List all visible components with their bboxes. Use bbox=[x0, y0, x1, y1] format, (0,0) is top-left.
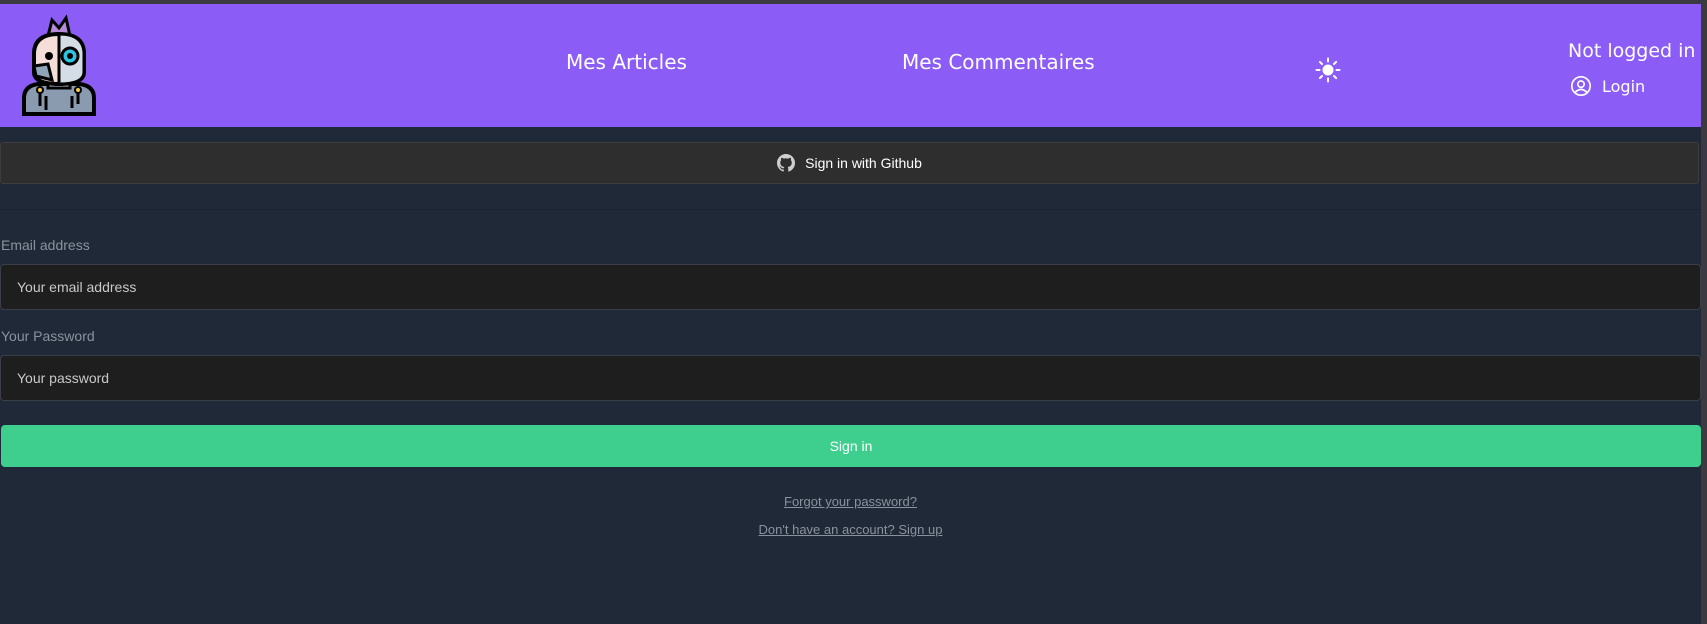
github-icon bbox=[777, 154, 796, 172]
nav-mes-articles[interactable]: Mes Articles bbox=[566, 50, 687, 74]
section-divider bbox=[0, 209, 1701, 210]
site-header: Mes Articles Mes Commentaires Not logged… bbox=[0, 4, 1701, 127]
login-status: Not logged in bbox=[1568, 40, 1696, 62]
nav-mes-commentaires[interactable]: Mes Commentaires bbox=[902, 50, 1095, 74]
sun-icon[interactable] bbox=[1315, 57, 1341, 83]
forgot-password-link[interactable]: Forgot your password? bbox=[0, 494, 1701, 509]
signin-button[interactable]: Sign in bbox=[1, 425, 1701, 467]
robot-avatar-icon[interactable] bbox=[18, 14, 100, 118]
signup-link[interactable]: Don't have an account? Sign up bbox=[0, 522, 1701, 537]
password-label: Your Password bbox=[1, 328, 95, 344]
github-signin-button[interactable]: Sign in with Github bbox=[0, 142, 1699, 184]
email-label: Email address bbox=[1, 237, 90, 253]
login-link[interactable]: Login bbox=[1570, 74, 1645, 98]
window-right-border bbox=[1701, 0, 1707, 624]
email-field[interactable] bbox=[0, 264, 1701, 310]
github-signin-label: Sign in with Github bbox=[805, 155, 922, 171]
login-label: Login bbox=[1602, 76, 1646, 96]
user-circle-icon bbox=[1571, 76, 1591, 96]
password-field[interactable] bbox=[0, 355, 1701, 401]
